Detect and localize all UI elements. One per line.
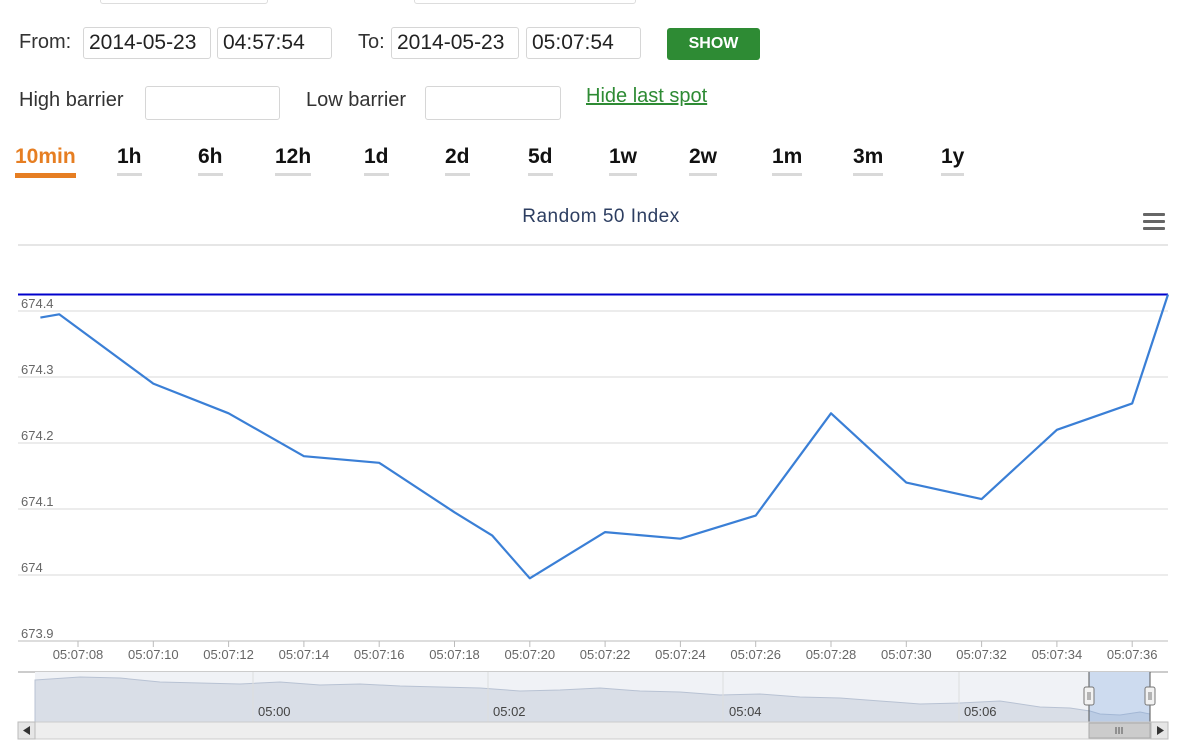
scroll-right-button[interactable] xyxy=(1150,721,1169,740)
x-tick-label: 05:07:32 xyxy=(956,647,1007,662)
top-control-stub-left xyxy=(100,0,268,4)
high-barrier-input[interactable] xyxy=(145,86,280,120)
tab-1h[interactable]: 1h xyxy=(117,143,142,176)
from-label: From: xyxy=(19,31,72,53)
x-tick-label: 05:07:18 xyxy=(429,647,480,662)
x-tick-label: 05:07:16 xyxy=(354,647,405,662)
arrow-left-icon xyxy=(23,726,30,735)
y-tick-label: 674.4 xyxy=(21,296,54,311)
top-control-stub-right xyxy=(414,0,636,4)
x-tick-label: 05:07:34 xyxy=(1032,647,1083,662)
x-tick-label: 05:07:08 xyxy=(53,647,104,662)
high-barrier-label: High barrier xyxy=(19,89,124,111)
x-tick-label: 05:07:14 xyxy=(279,647,330,662)
to-time-input[interactable]: 05:07:54 xyxy=(526,27,641,59)
y-tick-label: 674.3 xyxy=(21,362,54,377)
navigator-label: 05:02 xyxy=(493,704,526,719)
navigator-handle-left[interactable] xyxy=(1083,686,1095,706)
navigator-label: 05:06 xyxy=(964,704,997,719)
x-tick-label: 05:07:22 xyxy=(580,647,631,662)
tab-10min[interactable]: 10min xyxy=(15,143,76,178)
hide-last-spot-link[interactable]: Hide last spot xyxy=(586,85,707,108)
x-tick-label: 05:07:10 xyxy=(128,647,179,662)
from-date-input[interactable]: 2014-05-23 xyxy=(83,27,211,59)
tab-1d[interactable]: 1d xyxy=(364,143,389,176)
navigator-series xyxy=(34,676,1151,723)
x-tick-label: 05:07:30 xyxy=(881,647,932,662)
x-tick-label: 05:07:28 xyxy=(806,647,857,662)
tab-2w[interactable]: 2w xyxy=(689,143,718,176)
tab-5d[interactable]: 5d xyxy=(528,143,553,176)
x-tick-label: 05:07:26 xyxy=(730,647,781,662)
tab-6h[interactable]: 6h xyxy=(198,143,223,176)
y-tick-label: 673.9 xyxy=(21,626,54,641)
navigator-scrollbar[interactable] xyxy=(17,721,1169,740)
tab-1w[interactable]: 1w xyxy=(609,143,638,176)
chart-title: Random 50 Index xyxy=(522,206,680,227)
tab-1y[interactable]: 1y xyxy=(941,143,965,176)
tab-12h[interactable]: 12h xyxy=(275,143,312,176)
y-tick-label: 674.2 xyxy=(21,428,54,443)
price-series-line xyxy=(40,294,1170,580)
tab-2d[interactable]: 2d xyxy=(445,143,470,176)
low-barrier-label: Low barrier xyxy=(306,89,407,111)
show-button[interactable]: SHOW xyxy=(667,28,760,60)
arrow-right-icon xyxy=(1157,726,1164,735)
scroll-thumb[interactable] xyxy=(1088,722,1151,739)
y-tick-label: 674 xyxy=(21,560,43,575)
x-tick-label: 05:07:36 xyxy=(1107,647,1158,662)
navigator-label: 05:00 xyxy=(258,704,291,719)
tab-3m[interactable]: 3m xyxy=(853,143,884,176)
navigator: 05:00 05:02 05:04 05:06 xyxy=(18,671,1168,723)
x-tick-label: 05:07:20 xyxy=(504,647,555,662)
navigator-handle-right[interactable] xyxy=(1144,686,1156,706)
tab-1m[interactable]: 1m xyxy=(772,143,803,176)
to-label: To: xyxy=(358,31,385,53)
from-time-input[interactable]: 04:57:54 xyxy=(217,27,332,59)
x-tick-label: 05:07:24 xyxy=(655,647,706,662)
x-tick-label: 05:07:12 xyxy=(203,647,254,662)
scroll-left-button[interactable] xyxy=(17,721,36,740)
chart-menu-icon[interactable] xyxy=(1143,213,1165,231)
to-date-input[interactable]: 2014-05-23 xyxy=(391,27,519,59)
navigator-label: 05:04 xyxy=(729,704,762,719)
low-barrier-input[interactable] xyxy=(425,86,561,120)
y-tick-label: 674.1 xyxy=(21,494,54,509)
navigator-selection[interactable] xyxy=(1089,672,1150,722)
